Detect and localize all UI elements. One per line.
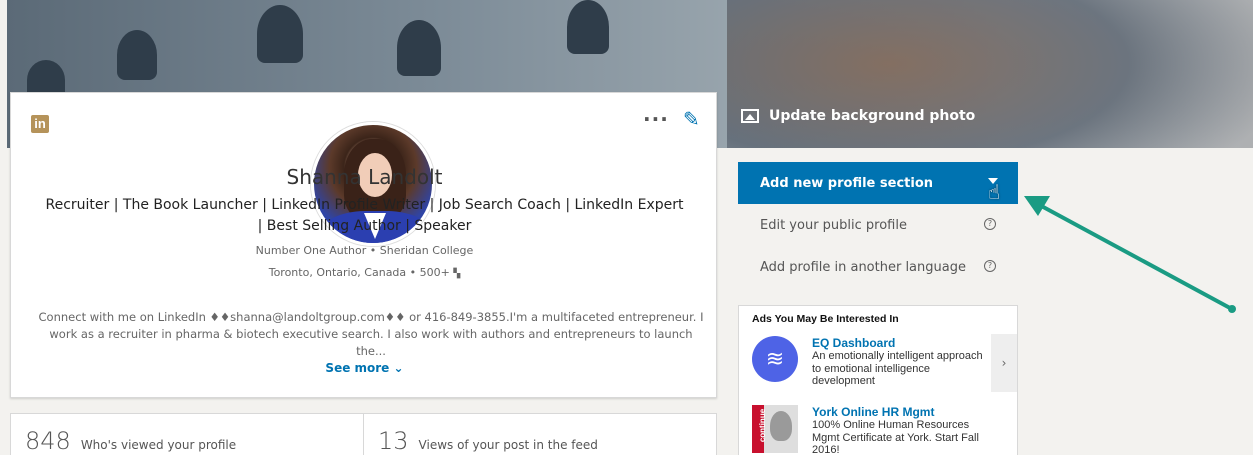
stat-label: Who's viewed your profile bbox=[80, 438, 237, 452]
stat-profile-views[interactable]: 848 Who's viewed your profile bbox=[11, 414, 363, 455]
edit-pencil-icon[interactable]: ✎ bbox=[683, 107, 700, 131]
stat-post-views[interactable]: 13 Views of your post in the feed bbox=[363, 414, 716, 455]
education-line: Number One Author • Sheridan College bbox=[255, 244, 474, 257]
image-icon bbox=[741, 109, 759, 123]
profile-actions-panel: Add new profile section ☝ Edit your publ… bbox=[738, 162, 1018, 288]
chevron-down-icon: ⌄ bbox=[393, 361, 404, 375]
location-line: Toronto, Ontario, Canada • 500+ ▚ bbox=[11, 266, 718, 279]
more-actions-button[interactable]: ··· bbox=[643, 107, 669, 131]
location-text: Toronto, Ontario, Canada • 500+ bbox=[268, 266, 450, 279]
add-language-label: Add profile in another language bbox=[760, 259, 966, 275]
annotation-arrow-icon bbox=[1024, 196, 1236, 313]
profile-card: in ··· ✎ Shanna Landolt Recruiter | The … bbox=[10, 92, 717, 398]
edit-public-profile-label: Edit your public profile bbox=[760, 217, 907, 233]
ad-title[interactable]: EQ Dashboard bbox=[812, 336, 895, 350]
ad-description: 100% Online Human Resources Mgmt Certifi… bbox=[812, 419, 979, 455]
ads-title: Ads You May Be Interested In bbox=[752, 313, 899, 325]
help-icon[interactable]: ? bbox=[984, 218, 996, 230]
stat-count: 13 bbox=[378, 427, 409, 455]
hand-cursor-icon: ☝ bbox=[988, 180, 1001, 204]
ads-panel: Ads You May Be Interested In ≋ EQ Dashbo… bbox=[738, 305, 1018, 455]
ad-item-york-online[interactable]: continue York Online HR Mgmt 100% Online… bbox=[752, 405, 992, 455]
stat-label: Views of your post in the feed bbox=[418, 438, 598, 452]
ads-next-button[interactable]: › bbox=[991, 334, 1017, 392]
profile-name: Shanna Landolt bbox=[286, 165, 443, 189]
ad-description: An emotionally intelligent approach to e… bbox=[812, 350, 983, 387]
help-icon[interactable]: ? bbox=[984, 260, 996, 272]
ad-item-eq-dashboard[interactable]: ≋ EQ Dashboard An emotionally intelligen… bbox=[752, 336, 992, 396]
profile-summary: Connect with me on LinkedIn ♦♦shanna@lan… bbox=[38, 310, 704, 358]
update-background-label: Update background photo bbox=[769, 108, 976, 124]
york-ad-image: continue bbox=[752, 405, 798, 453]
york-thumb-text: continue bbox=[758, 408, 768, 443]
see-more-link[interactable]: See more ⌄ bbox=[11, 361, 718, 375]
profile-stats: 848 Who's viewed your profile 13 Views o… bbox=[10, 413, 717, 455]
ad-title[interactable]: York Online HR Mgmt bbox=[812, 405, 934, 419]
edit-public-profile-link[interactable]: Edit your public profile ? bbox=[738, 204, 1018, 246]
add-section-label: Add new profile section bbox=[760, 175, 934, 191]
see-more-label: See more bbox=[325, 361, 390, 375]
linkedin-logo-icon: in bbox=[31, 115, 49, 133]
stat-count: 848 bbox=[25, 427, 71, 455]
add-language-profile-link[interactable]: Add profile in another language ? bbox=[738, 246, 1018, 288]
connections-icon: ▚ bbox=[453, 269, 461, 279]
eq-logo-icon: ≋ bbox=[752, 336, 798, 382]
add-profile-section-button[interactable]: Add new profile section ☝ bbox=[738, 162, 1018, 204]
profile-headline: Recruiter | The Book Launcher | LinkedIn… bbox=[45, 197, 684, 234]
update-background-photo-button[interactable]: Update background photo bbox=[741, 108, 975, 124]
